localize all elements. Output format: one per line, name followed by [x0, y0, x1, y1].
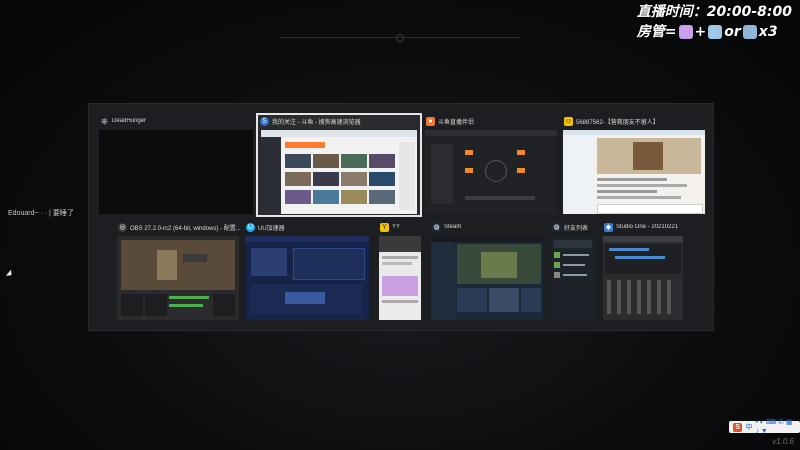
- window-thumbnail: [261, 130, 417, 214]
- window-title: DeadHunger: [112, 118, 147, 124]
- stream-overlay: 直播时间：20:00-8:00 房管= + or x3: [637, 2, 792, 42]
- window-tile-chat-room[interactable]: ☺ 56887562-【营救朋友不留人】: [561, 114, 707, 216]
- window-thumbnail: [425, 130, 557, 214]
- window-tile-sogou-browser[interactable]: S 我的关注 - 斗鱼 - 搜狗高速浏览器: [256, 113, 422, 217]
- steam-friends-icon: ◍: [552, 222, 561, 232]
- window-tile-steam[interactable]: ◍ Steam: [429, 220, 545, 322]
- gift-avatar-icon: [678, 25, 693, 39]
- stream-schedule: 直播时间：20:00-8:00: [636, 4, 792, 20]
- gift-avatar-icon: [742, 25, 757, 39]
- sogou-browser-icon: S: [260, 116, 269, 126]
- input-language[interactable]: 中: [745, 423, 752, 432]
- tray-icons[interactable]: • ◐ ⌨ ✆ ▦ ♪ ▼: [755, 418, 796, 436]
- window-thumbnail: [563, 130, 705, 214]
- window-title: 56887562-【营救朋友不留人】: [576, 119, 659, 126]
- window-tile-steam-friends[interactable]: ◍ 好友列表: [549, 220, 597, 322]
- window-tile-uu-accelerator[interactable]: U UU加速器: [243, 220, 371, 322]
- window-thumbnail: [245, 236, 369, 320]
- chat-icon: ☺: [564, 116, 573, 126]
- window-tile-yy[interactable]: Y YY: [377, 220, 423, 322]
- version-label: v1.0.6: [772, 437, 794, 446]
- window-thumbnail: [379, 236, 421, 320]
- plus-text: +: [694, 24, 707, 40]
- uu-accelerator-icon: U: [246, 222, 255, 232]
- window-title: Steam: [444, 224, 462, 230]
- window-title: Studio One - 20210221: [616, 224, 679, 230]
- window-title: 好友列表: [564, 225, 589, 232]
- top-knob: [396, 34, 404, 42]
- window-title: 我的关注 - 斗鱼 - 搜狗高速浏览器: [272, 119, 361, 126]
- window-switcher: ⎈ DeadHunger S 我的关注 - 斗鱼 - 搜狗高速浏览器 ● 斗鱼直…: [88, 103, 714, 331]
- window-tile-studio-one[interactable]: ◆ Studio One - 20210221: [601, 220, 685, 322]
- room-manager-label: 房管=: [636, 24, 677, 40]
- mouse-cursor-icon: [5, 269, 15, 279]
- window-tile-douyu-companion[interactable]: ● 斗鱼直播伴侣: [423, 114, 559, 216]
- window-tile-obs[interactable]: ◎ OBS 27.2.0-rc2 (64-bit, windows) - 配置.…: [115, 220, 241, 322]
- studio-one-icon: ◆: [604, 222, 613, 232]
- sogou-input-icon[interactable]: S: [733, 422, 743, 432]
- window-thumbnail: [117, 236, 239, 320]
- douyu-companion-icon: ●: [426, 116, 435, 126]
- or-text: or: [724, 24, 741, 40]
- window-thumbnail: [431, 236, 543, 320]
- yy-icon: Y: [380, 222, 389, 232]
- window-title: 斗鱼直播伴侣: [438, 119, 475, 126]
- times-three-text: x3: [758, 24, 778, 40]
- window-tile-deadhunger[interactable]: ⎈ DeadHunger: [97, 114, 255, 216]
- window-thumbnail: [99, 130, 253, 214]
- window-title: YY: [392, 224, 401, 230]
- obs-icon: ◎: [118, 222, 127, 232]
- steam-icon: ◍: [432, 222, 441, 232]
- window-thumbnail: [603, 236, 683, 320]
- ship-wheel-icon: ⎈: [100, 115, 109, 126]
- room-manager-line: 房管= + or x3: [637, 22, 792, 42]
- window-thumbnail: [551, 236, 595, 320]
- window-title: UU加速器: [258, 225, 285, 232]
- gift-avatar-icon: [708, 25, 723, 39]
- system-tray: S 中 • ◐ ⌨ ✆ ▦ ♪ ▼: [729, 418, 800, 436]
- window-title: OBS 27.2.0-rc2 (64-bit, windows) - 配置...: [130, 225, 241, 232]
- side-user-label: Edouard~ · · | 要睡了: [8, 210, 74, 217]
